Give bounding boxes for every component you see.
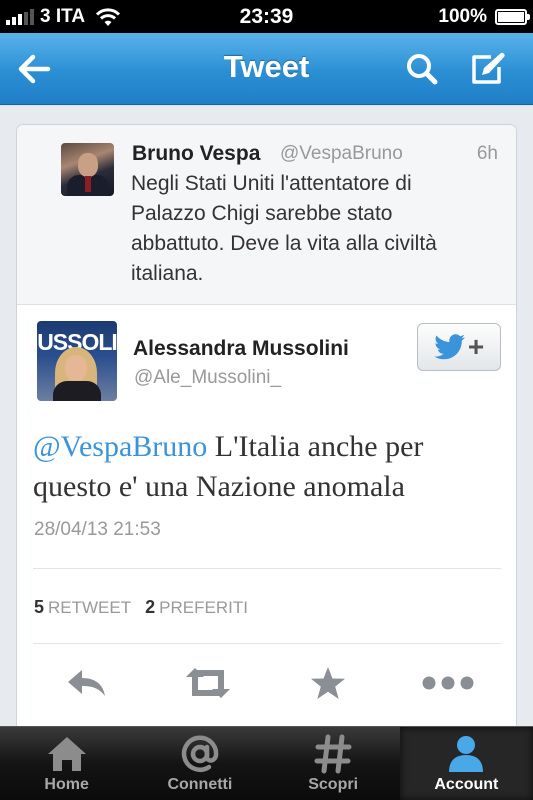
more-icon [422,676,474,690]
retweet-icon [186,668,230,698]
favorite-star-icon [311,667,345,699]
person-icon [449,736,484,772]
search-button[interactable] [400,47,444,91]
home-icon [47,737,86,771]
reply-icon [68,670,105,696]
at-icon [181,735,219,772]
tab-connetti[interactable]: Connetti [133,727,266,800]
tweet-detail-view: Bruno Vespa @VespaBruno 6h Negli Stati U… [0,106,533,764]
hash-icon [314,734,352,774]
status-bar: 3 ITA 23:39 100% [0,0,533,33]
compose-icon [472,52,505,84]
navigation-bar: Tweet [0,33,533,105]
avatar[interactable] [61,143,114,196]
author-name[interactable]: Alessandra Mussolini [133,337,349,361]
divider [33,568,501,569]
favorite-stat[interactable]: 2 PREFERITI [145,597,248,618]
battery-icon [495,9,530,25]
tweet-stats: 5 RETWEET 2 PREFERITI [34,597,262,618]
tweet-text: @VespaBruno L'Italia anche per questo e'… [33,427,503,507]
twitter-bird-icon [434,334,465,360]
tab-home[interactable]: Home [0,727,133,800]
reply-timestamp: 6h [476,143,498,164]
status-right: 100% [438,6,530,28]
reply-author-handle: @VespaBruno [280,143,403,164]
tweet-card: Bruno Vespa @VespaBruno 6h Negli Stati U… [16,124,517,764]
page-title: Tweet [223,49,310,84]
retweet-button[interactable] [180,663,236,703]
tab-scopri[interactable]: Scopri [267,727,400,800]
divider [33,643,501,644]
follow-button[interactable]: + [417,323,501,371]
search-icon [407,54,438,85]
mention-link[interactable]: @VespaBruno [33,430,207,463]
tweet-timestamp: 28/04/13 21:53 [34,519,161,540]
in-reply-to-tweet[interactable]: Bruno Vespa @VespaBruno 6h Negli Stati U… [17,125,516,305]
more-button[interactable] [420,663,476,703]
retweet-stat[interactable]: 5 RETWEET [34,597,131,618]
tab-account[interactable]: Account [399,727,533,800]
tab-bar: Home Connetti Scopri Account [0,726,533,800]
tweet-actions [17,653,516,713]
compose-button[interactable] [466,47,510,91]
favorite-button[interactable] [300,663,356,703]
author-handle: @Ale_Mussolini_ [134,367,282,388]
reply-tweet-text: Negli Stati Uniti l'attentatore di Palaz… [131,172,437,285]
battery-percent: 100% [438,6,487,27]
reply-button[interactable] [59,663,115,703]
author-avatar[interactable]: USSOLI [37,321,117,401]
reply-author-name: Bruno Vespa [132,142,261,165]
